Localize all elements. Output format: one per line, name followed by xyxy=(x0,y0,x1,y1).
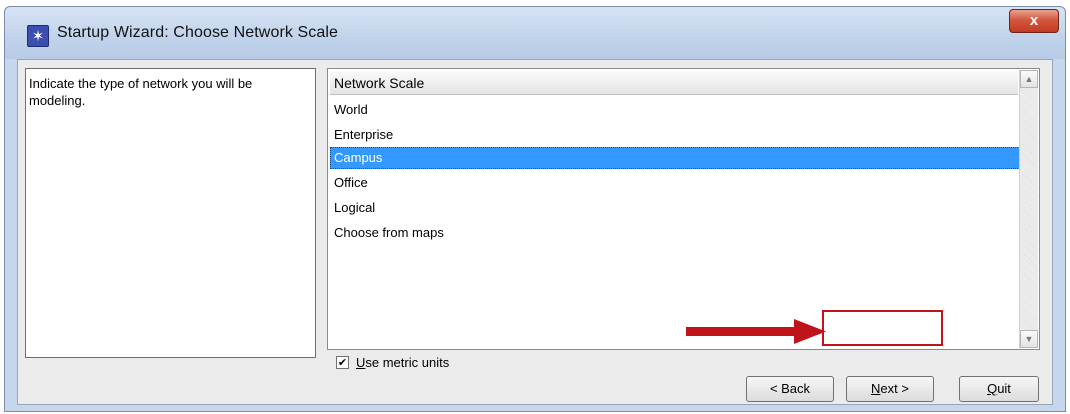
app-star-icon: ✶ xyxy=(27,25,49,47)
next-highlight-box xyxy=(822,310,943,346)
list-item-enterprise[interactable]: Enterprise xyxy=(330,124,1032,146)
title-bar[interactable]: ✶ Startup Wizard: Choose Network Scale x xyxy=(5,7,1065,59)
wizard-window: ✶ Startup Wizard: Choose Network Scale x… xyxy=(4,6,1066,412)
list-column-header[interactable]: Network Scale xyxy=(330,71,1018,95)
metric-units-checkbox[interactable]: ✔ xyxy=(336,356,349,369)
quit-button[interactable]: Quit xyxy=(959,376,1039,402)
scroll-up-icon[interactable]: ▲ xyxy=(1020,70,1038,88)
list-item-choose-from-maps[interactable]: Choose from maps xyxy=(330,222,1032,244)
list-item-logical[interactable]: Logical xyxy=(330,197,1032,219)
list-item-world[interactable]: World xyxy=(330,99,1032,121)
vertical-scrollbar[interactable]: ▲ ▼ xyxy=(1019,70,1038,348)
close-button[interactable]: x xyxy=(1009,9,1059,33)
description-text: Indicate the type of network you will be… xyxy=(29,76,253,108)
network-scale-list[interactable]: Network Scale World Enterprise Campus Of… xyxy=(327,68,1040,350)
red-arrow-icon xyxy=(686,319,826,344)
window-title: Startup Wizard: Choose Network Scale xyxy=(57,24,339,41)
wizard-body: Indicate the type of network you will be… xyxy=(17,59,1053,405)
description-pane: Indicate the type of network you will be… xyxy=(25,68,316,358)
list-item-campus[interactable]: Campus xyxy=(330,147,1032,169)
next-button[interactable]: Next > xyxy=(846,376,934,402)
back-button[interactable]: < Back xyxy=(746,376,834,402)
metric-units-label[interactable]: Use metric units xyxy=(356,354,449,372)
scroll-down-icon[interactable]: ▼ xyxy=(1020,330,1038,348)
list-item-office[interactable]: Office xyxy=(330,172,1032,194)
